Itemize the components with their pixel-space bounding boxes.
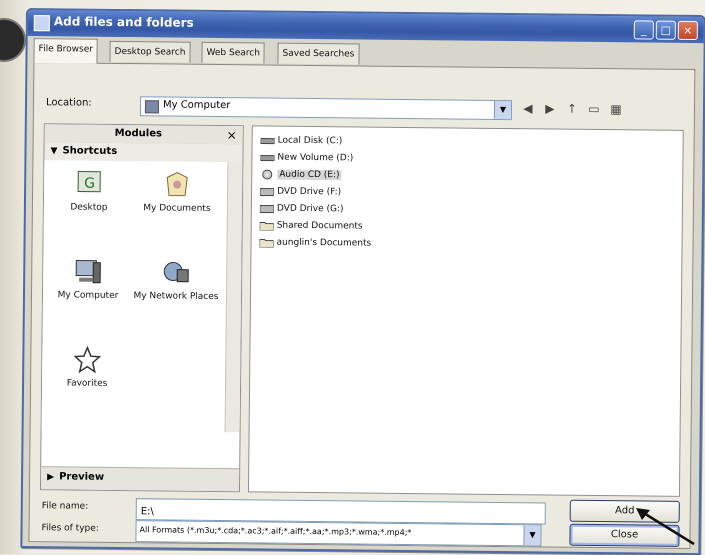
file-type-select[interactable]: All Formats (*.m3u;*.cda;*.ac3;*.aif;*.a… [135, 520, 541, 546]
modules-pane: Modules × ▼ Shortcuts G Desktop [40, 123, 244, 492]
network-places-icon [161, 257, 191, 287]
tab-desktop-search[interactable]: Desktop Search [109, 41, 190, 63]
views-menu-icon[interactable]: ▦ [608, 101, 624, 117]
shortcut-my-documents[interactable]: My Documents [134, 169, 220, 215]
back-icon[interactable]: ◀ [520, 100, 536, 116]
list-item-aunglins-documents[interactable]: aunglin's Documents [259, 234, 371, 251]
pointer-arrow-annotation [628, 506, 698, 546]
shortcuts-scrollbar[interactable] [225, 162, 243, 432]
location-value: My Computer [163, 99, 231, 111]
close-icon[interactable]: × [678, 21, 698, 40]
list-item-dvd-drive-g[interactable]: DVD Drive (G:) [260, 200, 344, 217]
audio-cd-icon [260, 169, 274, 179]
tab-file-browser[interactable]: File Browser [33, 38, 98, 64]
title-bar[interactable]: Add files and folders _ □ × [28, 10, 704, 43]
shortcuts-list: G Desktop My Documents My Computer [42, 160, 227, 432]
list-item-shared-documents[interactable]: Shared Documents [260, 217, 363, 234]
shortcuts-section-header[interactable]: ▼ Shortcuts [44, 142, 242, 162]
add-files-dialog: Add files and folders _ □ × File Browser… [20, 8, 705, 555]
my-computer-icon [73, 257, 103, 287]
collapse-arrow-icon: ▼ [50, 146, 57, 156]
preview-label: Preview [59, 471, 104, 482]
tab-saved-searches[interactable]: Saved Searches [277, 43, 359, 65]
file-type-value: All Formats (*.m3u;*.cda;*.ac3;*.aif;*.a… [139, 525, 411, 537]
hard-disk-icon [260, 152, 274, 162]
forward-icon[interactable]: ▶ [542, 100, 558, 116]
shortcut-favorites[interactable]: Favorites [44, 344, 130, 390]
folder-icon [260, 237, 274, 247]
file-list-pane: Local Disk (C:) New Volume (D:) Audio CD… [248, 125, 684, 497]
favorites-star-icon [72, 345, 102, 375]
location-combo[interactable]: My Computer ▼ [140, 96, 512, 120]
modules-title: Modules [115, 128, 162, 139]
svg-text:G: G [84, 176, 95, 192]
minimize-icon[interactable]: _ [634, 20, 654, 39]
file-type-label: Files of type: [42, 523, 99, 534]
window-title: Add files and folders [54, 14, 194, 29]
location-label: Location: [46, 97, 92, 108]
list-item-new-volume-d[interactable]: New Volume (D:) [260, 149, 353, 166]
desktop-icon: G [74, 169, 104, 199]
dvd-drive-icon [260, 186, 274, 196]
modules-close-icon[interactable]: × [227, 128, 237, 142]
list-item-local-disk-c[interactable]: Local Disk (C:) [261, 132, 343, 149]
preview-section-header[interactable]: ▶ Preview [41, 466, 239, 491]
chevron-down-icon[interactable]: ▼ [523, 525, 540, 545]
window-icon [34, 15, 50, 31]
computer-icon [145, 100, 159, 113]
shortcuts-label: Shortcuts [62, 145, 117, 157]
expand-arrow-icon: ▶ [47, 472, 54, 482]
file-name-label: File name: [42, 501, 89, 511]
my-documents-icon [162, 169, 192, 199]
chevron-down-icon[interactable]: ▼ [494, 101, 511, 119]
new-folder-icon[interactable]: ▭ [586, 101, 602, 117]
shortcut-my-computer[interactable]: My Computer [45, 256, 131, 302]
tab-web-search[interactable]: Web Search [201, 42, 265, 64]
list-item-audio-cd-e[interactable]: Audio CD (E:) [260, 166, 341, 183]
file-browser-panel: Location: My Computer ▼ ◀ ▶ ↑ ▭ ▦ Module… [28, 62, 695, 549]
shortcut-desktop[interactable]: G Desktop [46, 168, 132, 214]
maximize-icon[interactable]: □ [656, 21, 676, 40]
folder-icon [260, 220, 274, 230]
dvd-drive-icon [260, 203, 274, 213]
hard-disk-icon [261, 135, 275, 145]
up-folder-icon[interactable]: ↑ [564, 101, 580, 117]
list-item-dvd-drive-f[interactable]: DVD Drive (F:) [260, 183, 341, 200]
shortcut-network-places[interactable]: My Network Places [133, 257, 219, 303]
